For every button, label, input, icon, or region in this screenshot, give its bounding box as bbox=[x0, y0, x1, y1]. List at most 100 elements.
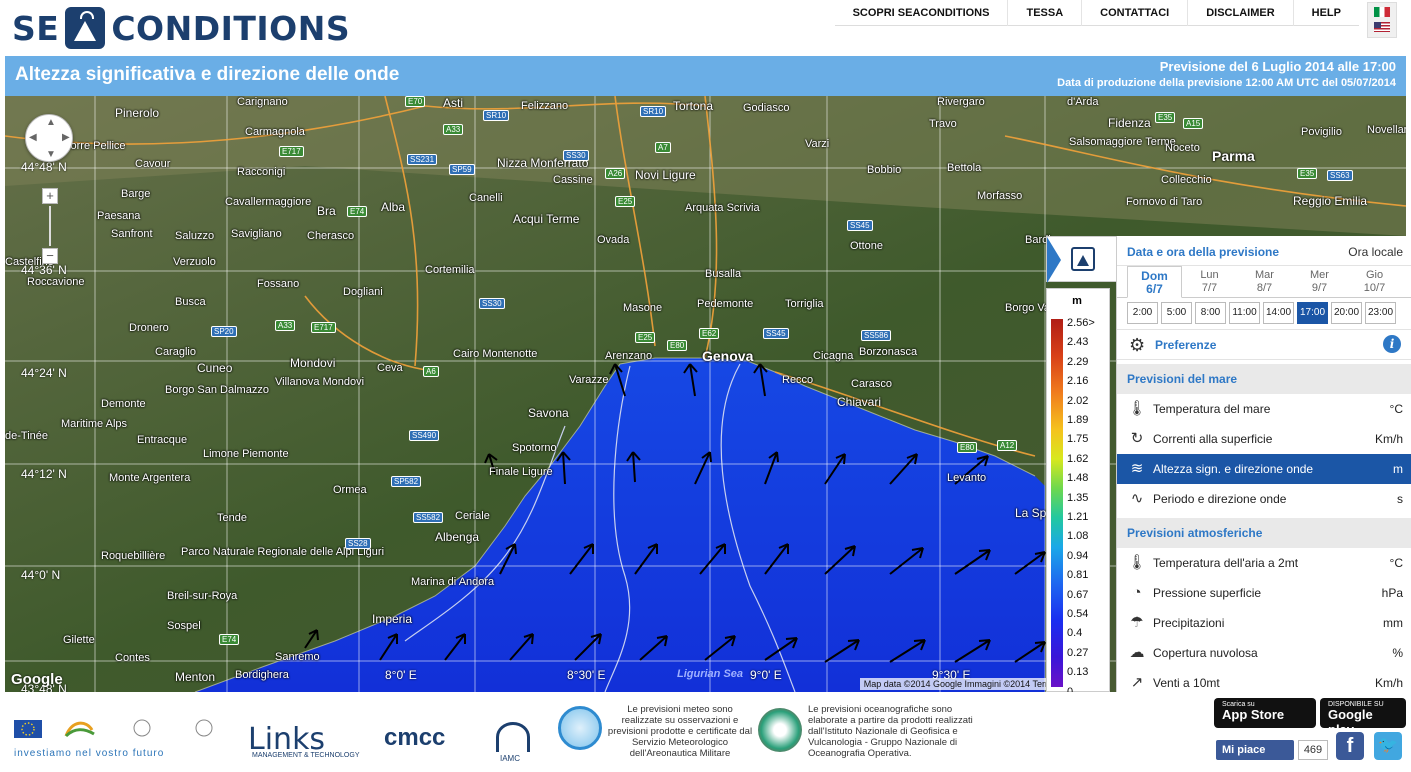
iamc-logo-icon[interactable] bbox=[496, 722, 530, 752]
city-label: Genova bbox=[702, 348, 754, 364]
layer-label: Periodo e direzione onde bbox=[1153, 492, 1287, 506]
logo-text-right: CONDITIONS bbox=[111, 8, 351, 48]
place-label: Morfasso bbox=[977, 190, 1023, 202]
language-switcher bbox=[1367, 2, 1397, 38]
road-shield: A33 bbox=[443, 124, 464, 135]
nav-help[interactable]: HELP bbox=[1292, 0, 1359, 26]
footer: investiamo nel vostro futuro Links MANAG… bbox=[0, 692, 1411, 772]
seaconditions-logo[interactable]: SE CONDITIONS bbox=[12, 6, 350, 50]
road-shield: A15 bbox=[1183, 118, 1204, 129]
zoom-in-button[interactable]: + bbox=[42, 188, 58, 204]
facebook-icon[interactable]: f bbox=[1336, 732, 1364, 760]
expand-arrow-icon bbox=[1047, 237, 1061, 283]
hour-button[interactable]: 23:00 bbox=[1365, 302, 1396, 324]
place-label: Dronero bbox=[129, 322, 169, 334]
place-label: Villanova Mondovi bbox=[275, 376, 365, 388]
hour-button[interactable]: 8:00 bbox=[1195, 302, 1226, 324]
nav-tessa[interactable]: TESSA bbox=[1007, 0, 1081, 26]
pan-up-icon[interactable]: ▲ bbox=[46, 117, 56, 128]
nav-disclaimer[interactable]: DISCLAIMER bbox=[1187, 0, 1292, 26]
place-label: Tende bbox=[217, 512, 247, 524]
forecast-layer-item[interactable]: ☁ Copertura nuvolosa% bbox=[1117, 638, 1411, 668]
legend-tick-label: 0.13 bbox=[1067, 666, 1089, 679]
layer-label: Temperatura dell'aria a 2mt bbox=[1153, 556, 1299, 570]
place-label: Cherasco bbox=[307, 230, 355, 242]
place-label: Noceto bbox=[1165, 142, 1200, 154]
place-label: Contes bbox=[115, 652, 150, 664]
lat-label: 44°12' N bbox=[21, 467, 67, 481]
zoom-slider-track[interactable] bbox=[49, 206, 51, 246]
italian-flag-icon[interactable] bbox=[1374, 7, 1390, 17]
place-label: Savona bbox=[528, 406, 569, 420]
road-shield: SR10 bbox=[483, 110, 510, 121]
nav-scopri[interactable]: SCOPRI SEACONDITIONS bbox=[835, 0, 1008, 26]
app-store-button[interactable]: Scarica su App Store bbox=[1214, 698, 1316, 728]
pan-left-icon[interactable]: ◀ bbox=[29, 132, 37, 143]
facebook-like-button[interactable]: Mi piace bbox=[1216, 740, 1294, 760]
hour-button[interactable]: 2:00 bbox=[1127, 302, 1158, 324]
forecast-layer-item[interactable]: 🌡 Temperatura dell'aria a 2mt °C bbox=[1117, 548, 1411, 578]
info-icon[interactable]: i bbox=[1383, 335, 1401, 353]
legend-tick-label: 1.48 bbox=[1067, 472, 1089, 485]
place-label: Saluzzo bbox=[175, 230, 215, 242]
road-shield: E35 bbox=[1297, 168, 1318, 179]
day-tab[interactable]: Mar 8/7 bbox=[1237, 266, 1292, 297]
ingv-logo-icon[interactable] bbox=[758, 708, 802, 752]
legend-tick-label: 0.27 bbox=[1067, 646, 1089, 659]
panel-toggle-button[interactable] bbox=[1046, 236, 1118, 283]
place-label: Sanremo bbox=[275, 651, 320, 663]
english-flag-icon[interactable] bbox=[1374, 22, 1390, 32]
layer-unit: mm bbox=[1383, 616, 1403, 630]
forecast-layer-item[interactable]: 🌡 Temperatura del mare °C bbox=[1117, 394, 1411, 424]
twitter-icon[interactable]: 🐦 bbox=[1374, 732, 1402, 760]
place-label: Torre Pellice bbox=[65, 140, 126, 152]
day-tab[interactable]: Mer 9/7 bbox=[1292, 266, 1347, 297]
forecast-layer-item[interactable]: ◔ Pressione superficie hPa bbox=[1117, 578, 1411, 608]
logo-text-left: SE bbox=[12, 8, 60, 48]
day-tab[interactable]: Dom 6/7 bbox=[1127, 266, 1182, 298]
cloud-sun-icon: ☁ bbox=[1129, 644, 1145, 661]
forecast-layer-item[interactable]: ↻ Correnti alla superficie Km/h bbox=[1117, 424, 1411, 454]
forecast-layer-item[interactable]: ≋ Altezza sign. e direzione onde m bbox=[1117, 454, 1411, 484]
ingv-disclaimer: Le previsioni oceanografiche sono elabor… bbox=[808, 704, 973, 759]
hour-button[interactable]: 11:00 bbox=[1229, 302, 1260, 324]
hour-button[interactable]: 14:00 bbox=[1263, 302, 1294, 324]
road-shield: SR10 bbox=[640, 106, 667, 117]
local-time-toggle[interactable]: Ora locale bbox=[1348, 245, 1403, 259]
pan-down-icon[interactable]: ▼ bbox=[46, 149, 56, 160]
preferences-row[interactable]: ⚙ Preferenze i bbox=[1117, 330, 1411, 360]
road-shield: E70 bbox=[405, 96, 426, 107]
road-shield: E80 bbox=[667, 340, 688, 351]
day-tabs: Dom 6/7 Lun 7/7 Mar 8/7 Mer 9/7 Gio 10/7 bbox=[1117, 266, 1411, 298]
wind-arrow-icon: ↗ bbox=[1130, 674, 1144, 691]
hour-button[interactable]: 5:00 bbox=[1161, 302, 1192, 324]
road-shield: A33 bbox=[275, 320, 296, 331]
day-date: 7/7 bbox=[1201, 282, 1218, 294]
day-tab[interactable]: Gio 10/7 bbox=[1347, 266, 1402, 297]
road-shield: SS45 bbox=[763, 328, 789, 339]
hour-button[interactable]: 17:00 bbox=[1297, 302, 1328, 324]
day-name: Mar bbox=[1255, 269, 1274, 281]
map-pan-control[interactable]: ▲ ▼ ◀ ▶ bbox=[25, 114, 73, 162]
place-label: Roccavione bbox=[27, 276, 85, 288]
nav-contattaci[interactable]: CONTATTACI bbox=[1081, 0, 1187, 26]
zoom-out-button[interactable]: − bbox=[42, 248, 58, 264]
funding-logos bbox=[14, 719, 213, 738]
place-label: Verzuolo bbox=[173, 256, 216, 268]
forecast-layer-item[interactable]: ∿ Periodo e direzione onde s bbox=[1117, 484, 1411, 514]
day-tab[interactable]: Lun 7/7 bbox=[1182, 266, 1237, 297]
pan-right-icon[interactable]: ▶ bbox=[62, 132, 70, 143]
cmcc-logo[interactable]: cmcc bbox=[384, 724, 445, 752]
place-label: La Sp bbox=[1015, 506, 1047, 520]
google-play-button[interactable]: DISPONIBILE SU Google play bbox=[1320, 698, 1406, 737]
aeronautica-militare-logo-icon[interactable] bbox=[558, 706, 602, 750]
place-label: Canelli bbox=[469, 192, 503, 204]
legend-unit: m bbox=[1072, 295, 1082, 307]
currents-icon: ↻ bbox=[1130, 430, 1144, 447]
forecast-layer-item[interactable]: ☂ Precipitazioni mm bbox=[1117, 608, 1411, 638]
hour-button[interactable]: 20:00 bbox=[1331, 302, 1362, 324]
layer-label: Altezza sign. e direzione onde bbox=[1153, 462, 1314, 476]
layer-label: Pressione superficie bbox=[1153, 586, 1262, 600]
lon-label: 9°0' E bbox=[750, 668, 782, 682]
place-label: Pedemonte bbox=[697, 298, 754, 310]
